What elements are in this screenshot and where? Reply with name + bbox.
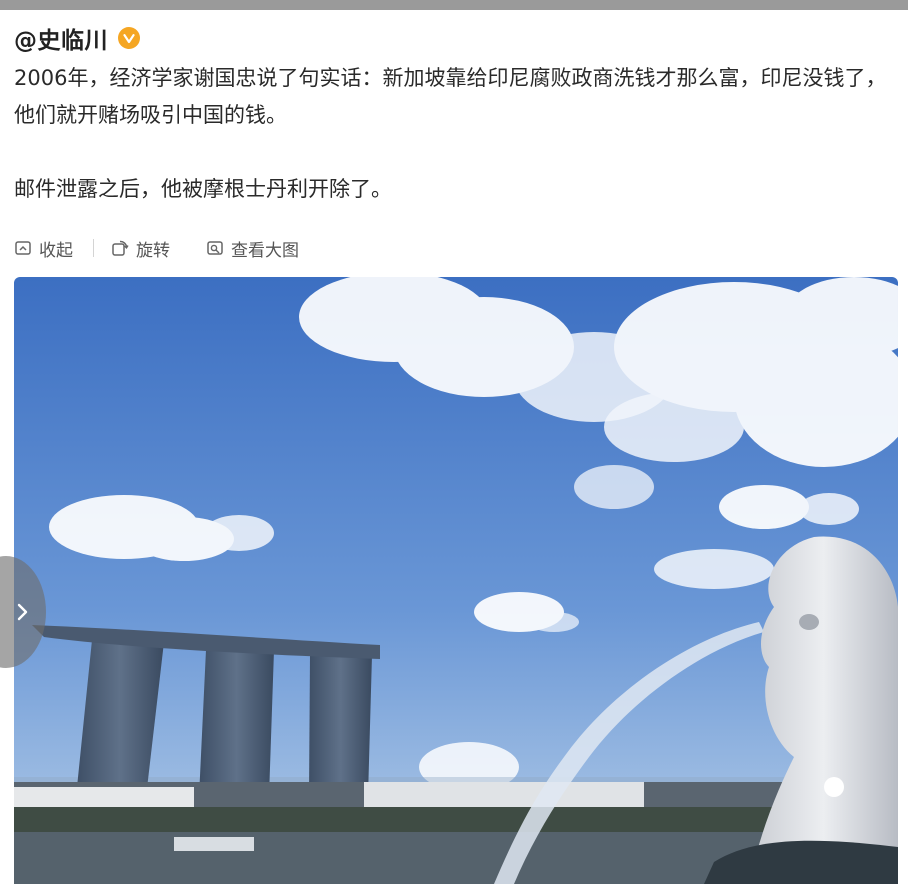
- action-divider: [93, 239, 94, 257]
- rotate-icon: [112, 240, 129, 256]
- weibo-post-page: @史临川 2006年，经济学家谢国忠说了句实话：新加坡靠给印尼腐败政商洗钱才那么…: [0, 0, 908, 884]
- post-paragraph: 2006年，经济学家谢国忠说了句实话：新加坡靠给印尼腐败政商洗钱才那么富，印尼没…: [14, 66, 887, 127]
- view-large-button[interactable]: 查看大图: [206, 236, 299, 261]
- photo-singapore-skyline: [14, 277, 898, 884]
- collapse-button[interactable]: 收起: [14, 236, 73, 261]
- author-name[interactable]: @史临川: [14, 21, 108, 55]
- post-paragraph: 邮件泄露之后，他被摩根士丹利开除了。: [14, 177, 392, 201]
- top-bar: [0, 0, 908, 10]
- collapse-icon: [15, 241, 31, 255]
- post-image[interactable]: [14, 277, 898, 884]
- post-text: 2006年，经济学家谢国忠说了句实话：新加坡靠给印尼腐败政商洗钱才那么富，印尼没…: [14, 60, 900, 208]
- view-large-label: 查看大图: [231, 240, 299, 261]
- rotate-label: 旋转: [136, 240, 170, 261]
- verified-badge-icon: [118, 27, 140, 49]
- chevron-right-icon: [17, 603, 28, 621]
- author-row: @史临川: [14, 22, 140, 54]
- collapse-label: 收起: [39, 240, 73, 261]
- view-large-icon: [207, 241, 223, 255]
- image-action-bar: 收起 旋转 查看大图: [14, 233, 299, 263]
- rotate-button[interactable]: 旋转: [111, 236, 170, 261]
